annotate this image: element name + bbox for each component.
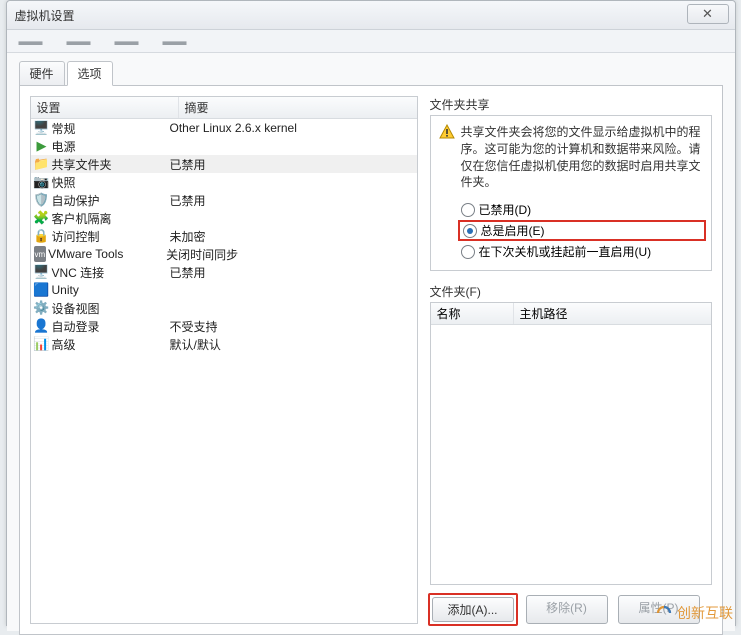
radio-label: 在下次关机或挂起前一直启用(U) <box>479 243 652 260</box>
window-title: 虚拟机设置 <box>15 7 75 24</box>
watermark-icon <box>655 604 673 622</box>
col-name: 名称 <box>431 303 514 324</box>
list-item-name: 客户机隔离 <box>52 210 170 227</box>
folders-list[interactable]: 名称 主机路径 <box>430 302 712 585</box>
list-item-summary: 默认/默认 <box>170 336 221 353</box>
content-area: 硬件 选项 设置 摘要 🖥️ 常规 Other Linux 2.6.x kern… <box>7 53 735 631</box>
tab-hardware[interactable]: 硬件 <box>19 61 65 86</box>
guest-isolation-icon: 🧩 <box>34 210 50 226</box>
radio-icon <box>461 203 475 217</box>
list-item-name: 自动保护 <box>52 192 170 209</box>
list-item[interactable]: ▶ 电源 <box>31 137 417 155</box>
folders-label: 文件夹(F) <box>430 283 712 300</box>
list-item[interactable]: ⚙️ 设备视图 <box>31 299 417 317</box>
list-item[interactable]: 🖥️ 常规 Other Linux 2.6.x kernel <box>31 119 417 137</box>
radio-group: 已禁用(D) 总是启用(E) 在下次关机或挂起前一直启用(U) <box>461 201 703 260</box>
list-item-summary: 未加密 <box>170 228 206 245</box>
tabs: 硬件 选项 <box>19 61 723 86</box>
list-item-summary: 不受支持 <box>170 318 218 335</box>
list-item-summary: 关闭时间同步 <box>166 246 238 263</box>
folders-list-header: 名称 主机路径 <box>431 303 711 325</box>
menu-placeholder: ▬▬ <box>115 34 139 48</box>
list-item-summary: 已禁用 <box>170 264 206 281</box>
close-icon: ✕ <box>702 6 713 22</box>
list-item-name: 自动登录 <box>52 318 170 335</box>
list-item-summary: 已禁用 <box>170 192 206 209</box>
snapshot-icon: 📷 <box>34 174 50 190</box>
list-item[interactable]: 🟦 Unity <box>31 281 417 299</box>
settings-list: 设置 摘要 🖥️ 常规 Other Linux 2.6.x kernel ▶ 电… <box>30 96 418 624</box>
list-item[interactable]: 👤 自动登录 不受支持 <box>31 317 417 335</box>
list-item[interactable]: 🧩 客户机隔离 <box>31 209 417 227</box>
settings-list-header: 设置 摘要 <box>31 97 417 119</box>
access-control-icon: 🔒 <box>34 228 50 244</box>
col-settings: 设置 <box>31 97 179 118</box>
list-item[interactable]: 🛡️ 自动保护 已禁用 <box>31 191 417 209</box>
shared-folder-icon: 📁 <box>34 156 50 172</box>
power-icon: ▶ <box>34 138 50 154</box>
vnc-icon: 🖥️ <box>34 264 50 280</box>
highlight-always-enabled: 总是启用(E) <box>458 220 706 241</box>
close-button[interactable]: ✕ <box>687 4 729 24</box>
folder-sharing-label: 文件夹共享 <box>430 96 712 113</box>
watermark-text: 创新互联 <box>677 603 733 623</box>
settings-window: 虚拟机设置 ✕ ▬▬ ▬▬ ▬▬ ▬▬ 硬件 选项 设置 摘要 🖥️ 常规 <box>6 0 736 626</box>
list-item-name: VMware Tools <box>48 247 166 261</box>
radio-label: 总是启用(E) <box>481 222 545 239</box>
device-view-icon: ⚙️ <box>34 300 50 316</box>
list-item[interactable]: 🔒 访问控制 未加密 <box>31 227 417 245</box>
folders-group: 文件夹(F) 名称 主机路径 添加(A)... 移除(R) 属性(P) <box>430 283 712 624</box>
radio-always-enabled[interactable]: 总是启用(E) <box>463 222 701 239</box>
list-item-name: 常规 <box>52 120 170 137</box>
general-icon: 🖥️ <box>34 120 50 136</box>
list-item[interactable]: vm VMware Tools 关闭时间同步 <box>31 245 417 263</box>
list-item[interactable]: 📁 共享文件夹 已禁用 <box>31 155 417 173</box>
autoprotect-icon: 🛡️ <box>34 192 50 208</box>
tab-options[interactable]: 选项 <box>67 61 113 86</box>
unity-icon: 🟦 <box>34 282 50 298</box>
autologin-icon: 👤 <box>34 318 50 334</box>
list-item-name: 设备视图 <box>52 300 170 317</box>
menubar: ▬▬ ▬▬ ▬▬ ▬▬ <box>7 30 735 53</box>
highlight-add: 添加(A)... <box>428 593 518 626</box>
add-button[interactable]: 添加(A)... <box>432 597 514 622</box>
menu-placeholder: ▬▬ <box>19 34 43 48</box>
titlebar: 虚拟机设置 ✕ <box>7 1 735 30</box>
list-item-name: 访问控制 <box>52 228 170 245</box>
col-summary: 摘要 <box>179 97 417 118</box>
list-item-summary: Other Linux 2.6.x kernel <box>170 121 297 135</box>
warning-text: 共享文件夹会将您的文件显示给虚拟机中的程序。这可能为您的计算机和数据带来风险。请… <box>461 124 703 191</box>
right-pane: 文件夹共享 共享文件夹会将您的文件显示给虚拟机中的程序。这可能为您的计算机和数据… <box>430 96 712 624</box>
list-item-name: VNC 连接 <box>52 264 170 281</box>
radio-until-poweroff[interactable]: 在下次关机或挂起前一直启用(U) <box>461 243 703 260</box>
options-panel: 设置 摘要 🖥️ 常规 Other Linux 2.6.x kernel ▶ 电… <box>19 85 723 635</box>
advanced-icon: 📊 <box>34 336 50 352</box>
watermark: 创新互联 <box>655 603 733 623</box>
folder-sharing-group: 共享文件夹会将您的文件显示给虚拟机中的程序。这可能为您的计算机和数据带来风险。请… <box>430 115 712 271</box>
menu-placeholder: ▬▬ <box>67 34 91 48</box>
list-item-name: 快照 <box>52 174 170 191</box>
radio-disabled[interactable]: 已禁用(D) <box>461 201 703 218</box>
menu-placeholder: ▬▬ <box>163 34 187 48</box>
list-item[interactable]: 🖥️ VNC 连接 已禁用 <box>31 263 417 281</box>
list-item-summary: 已禁用 <box>170 156 206 173</box>
list-item-name: 共享文件夹 <box>52 156 170 173</box>
warning-icon <box>439 124 455 140</box>
list-item[interactable]: 📊 高级 默认/默认 <box>31 335 417 353</box>
list-item-name: Unity <box>52 283 170 297</box>
warning-row: 共享文件夹会将您的文件显示给虚拟机中的程序。这可能为您的计算机和数据带来风险。请… <box>439 124 703 191</box>
radio-icon <box>463 224 477 238</box>
list-item-name: 电源 <box>52 138 170 155</box>
vmware-tools-icon: vm <box>34 246 47 262</box>
list-item-name: 高级 <box>52 336 170 353</box>
col-host-path: 主机路径 <box>514 303 711 324</box>
remove-button[interactable]: 移除(R) <box>526 595 608 624</box>
list-item[interactable]: 📷 快照 <box>31 173 417 191</box>
radio-icon <box>461 245 475 259</box>
radio-label: 已禁用(D) <box>479 201 532 218</box>
